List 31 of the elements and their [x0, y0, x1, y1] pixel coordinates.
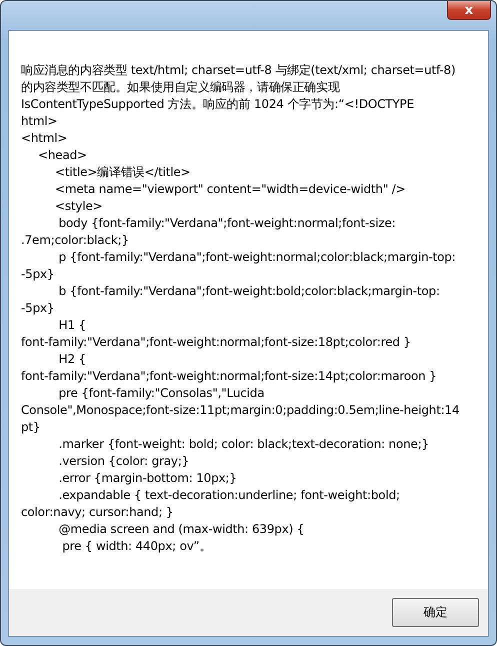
message-line: font-family:"Verdana";font-weight:normal;font-size:14pt;color:maroon } [21, 368, 437, 385]
message-line: .expandable { text-decoration:underline; font-weight:bold; [58, 487, 400, 504]
message-line: font-family:"Verdana";font-weight:normal;font-size:18pt;color:red } [21, 334, 411, 351]
message-line: 的内容类型不匹配。如果使用自定义编码器，请确保正确实现 [21, 79, 340, 96]
message-line: <html> [21, 130, 68, 147]
message-line: html> [21, 113, 58, 130]
message-line: body {font-family:"Verdana";font-weight:normal;font-size: [58, 215, 396, 232]
message-line: <style> [54, 198, 102, 215]
message-line: 响应消息的内容类型 text/html; charset=utf-8 与绑定(text/xml; charset=utf-8) [21, 62, 456, 79]
message-line: @media screen and (max-width: 639px) { [58, 521, 304, 538]
message-line: pre { width: 440px; ov”。 [61, 538, 212, 555]
message-line: IsContentTypeSupported 方法。响应的前 1024 个字节为:“<!DOCTYPE [21, 96, 414, 113]
message-line: .7em;color:black;} [21, 232, 129, 249]
ok-button[interactable]: 确定 [392, 598, 479, 627]
message-line: H2 { [58, 351, 86, 368]
message-line: .error {margin-bottom: 10px;} [58, 470, 237, 487]
message-line: -5px} [21, 300, 54, 317]
message-line: <head> [37, 147, 87, 164]
message-line: pre {font-family:"Consolas","Lucida [58, 385, 264, 402]
message-line: pt} [21, 419, 40, 436]
message-line: -5px} [21, 266, 54, 283]
message-line: H1 { [58, 317, 86, 334]
message-line: Console",Monospace;font-size:11pt;margin:0;padding:0.5em;line-height:14 [21, 402, 460, 419]
message-line: .version {color: gray;} [58, 453, 190, 470]
close-button[interactable]: x [447, 1, 491, 20]
message-line: p {font-family:"Verdana";font-weight:normal;color:black;margin-top: [58, 249, 456, 266]
message-line: .marker {font-weight: bold; color: black;text-decoration: none;} [58, 436, 429, 453]
message-line: <meta name="viewport" content="width=device-width" /> [54, 181, 406, 198]
message-line: b {font-family:"Verdana";font-weight:bold;color:black;margin-top: [58, 283, 440, 300]
message-line: color:navy; cursor:hand; } [21, 504, 174, 521]
message-line: <title>编译错误</title> [54, 164, 190, 181]
